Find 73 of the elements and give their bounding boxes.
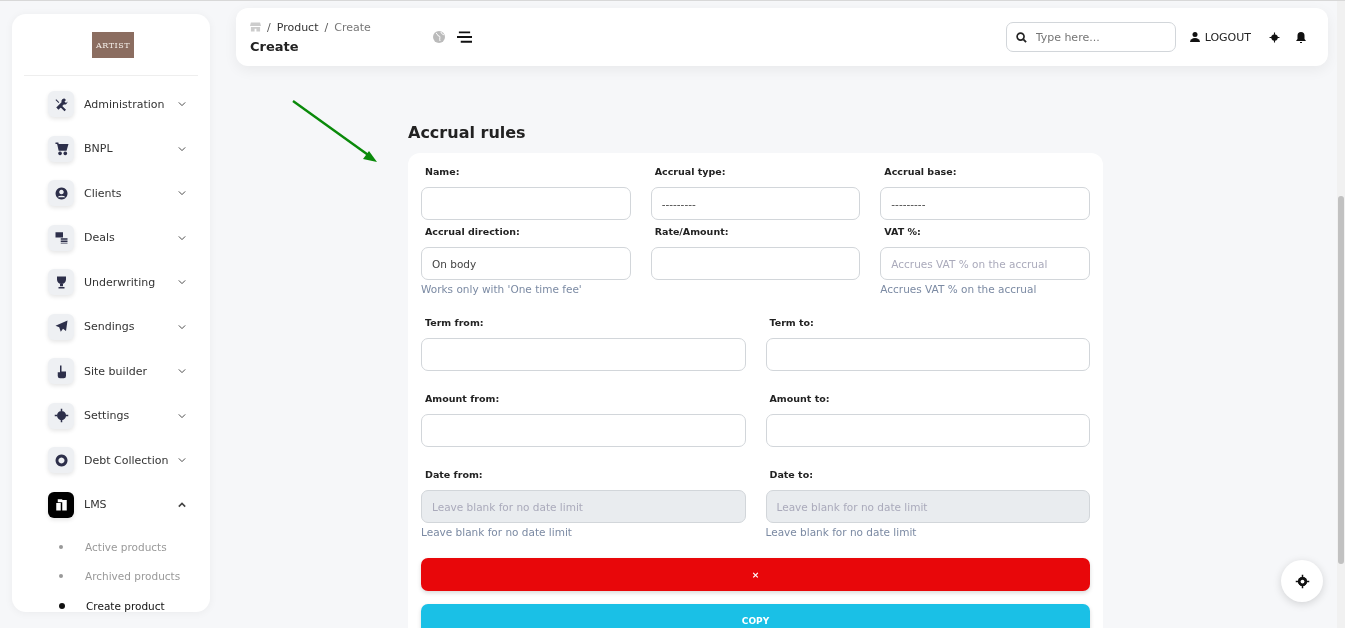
nav-icon	[48, 224, 74, 251]
scrollbar[interactable]	[1337, 1, 1345, 628]
sidebar-item[interactable]: Administration	[28, 91, 198, 117]
breadcrumb-separator: /	[267, 20, 271, 34]
sidebar-item[interactable]: Settings	[28, 402, 198, 429]
nav-icon	[48, 313, 74, 340]
chevron-icon	[178, 368, 186, 374]
chevron-icon	[178, 501, 186, 508]
nav-icon	[48, 447, 74, 473]
field-label: Accrual base:	[883, 166, 958, 177]
input-field[interactable]	[421, 414, 746, 447]
chevron-icon	[178, 190, 186, 196]
delete-button[interactable]: ×	[421, 558, 1090, 591]
breadcrumb-separator: /	[324, 20, 329, 34]
sidebar-item[interactable]: LMS	[28, 491, 198, 518]
chevron-icon	[178, 101, 186, 107]
nav-icon	[48, 491, 74, 518]
logo: ARTIST	[92, 32, 134, 58]
field-label: Term to:	[768, 317, 815, 328]
field-label: Accrual type:	[653, 166, 727, 177]
field-hint: Works only with 'One time fee'	[421, 283, 583, 295]
input-field[interactable]: ---------	[650, 187, 861, 220]
chevron-icon	[178, 457, 186, 463]
breadcrumb-link[interactable]: Product	[276, 20, 319, 34]
chevron-icon	[178, 145, 186, 152]
sidebar-item[interactable]: Sendings	[28, 313, 198, 340]
chevron-icon	[178, 412, 186, 419]
sidebar-item[interactable]: Site builder	[28, 358, 198, 384]
sidebar-item[interactable]: BNPL	[28, 135, 198, 162]
sidebar-item[interactable]: Debt Collection	[28, 447, 198, 473]
field-hint: Accrues VAT % on the accrual	[880, 283, 1038, 295]
logout-button[interactable]: LOGOUT	[1183, 29, 1257, 45]
menu-icon[interactable]	[457, 31, 472, 43]
chevron-icon	[178, 234, 186, 241]
sidebar-item[interactable]: Deals	[28, 224, 198, 251]
nav-icon	[48, 180, 74, 206]
sidebar-item[interactable]: Underwriting	[28, 269, 198, 295]
field-label: Amount to:	[768, 393, 831, 404]
settings-button[interactable]	[1281, 560, 1323, 602]
submenu-item[interactable]: Create product	[28, 591, 198, 612]
nav-icon	[48, 269, 74, 295]
input-field[interactable]	[421, 338, 746, 371]
input-field[interactable]	[765, 414, 1090, 447]
bell-icon[interactable]	[1296, 31, 1306, 43]
search-field[interactable]: Type here...	[1005, 22, 1176, 52]
field-label: Date to:	[768, 469, 814, 480]
field-hint: Leave blank for no date limit	[765, 526, 918, 538]
field-label: Rate/Amount:	[653, 226, 730, 237]
chevron-icon	[178, 279, 186, 285]
input-field[interactable]	[765, 338, 1090, 371]
input-field[interactable]	[421, 187, 631, 220]
section-title: Accrual rules	[408, 123, 527, 142]
input-field[interactable]: Accrues VAT % on the accrual	[880, 247, 1090, 280]
input-field[interactable]: On body	[421, 247, 631, 280]
input-field[interactable]	[650, 247, 861, 280]
user-icon	[1189, 32, 1200, 42]
nav-icon	[48, 402, 74, 429]
field-label: Amount from:	[424, 393, 501, 404]
input-field[interactable]: ---------	[880, 187, 1090, 220]
nav-icon	[48, 358, 74, 384]
chevron-icon	[178, 323, 186, 330]
field-label: VAT %:	[883, 226, 922, 237]
field-label: Date from:	[424, 469, 484, 480]
nav-icon	[48, 91, 74, 117]
page-title: Create	[250, 38, 300, 54]
field-label: Name:	[424, 166, 461, 177]
nav-icon	[48, 135, 74, 162]
globe-icon[interactable]	[433, 31, 445, 43]
field-hint: Leave blank for no date limit	[421, 526, 573, 538]
field-label: Accrual direction:	[424, 226, 521, 237]
sidebar-item[interactable]: Clients	[28, 180, 198, 206]
field-label: Term from:	[424, 317, 485, 328]
shop-icon	[250, 22, 261, 32]
